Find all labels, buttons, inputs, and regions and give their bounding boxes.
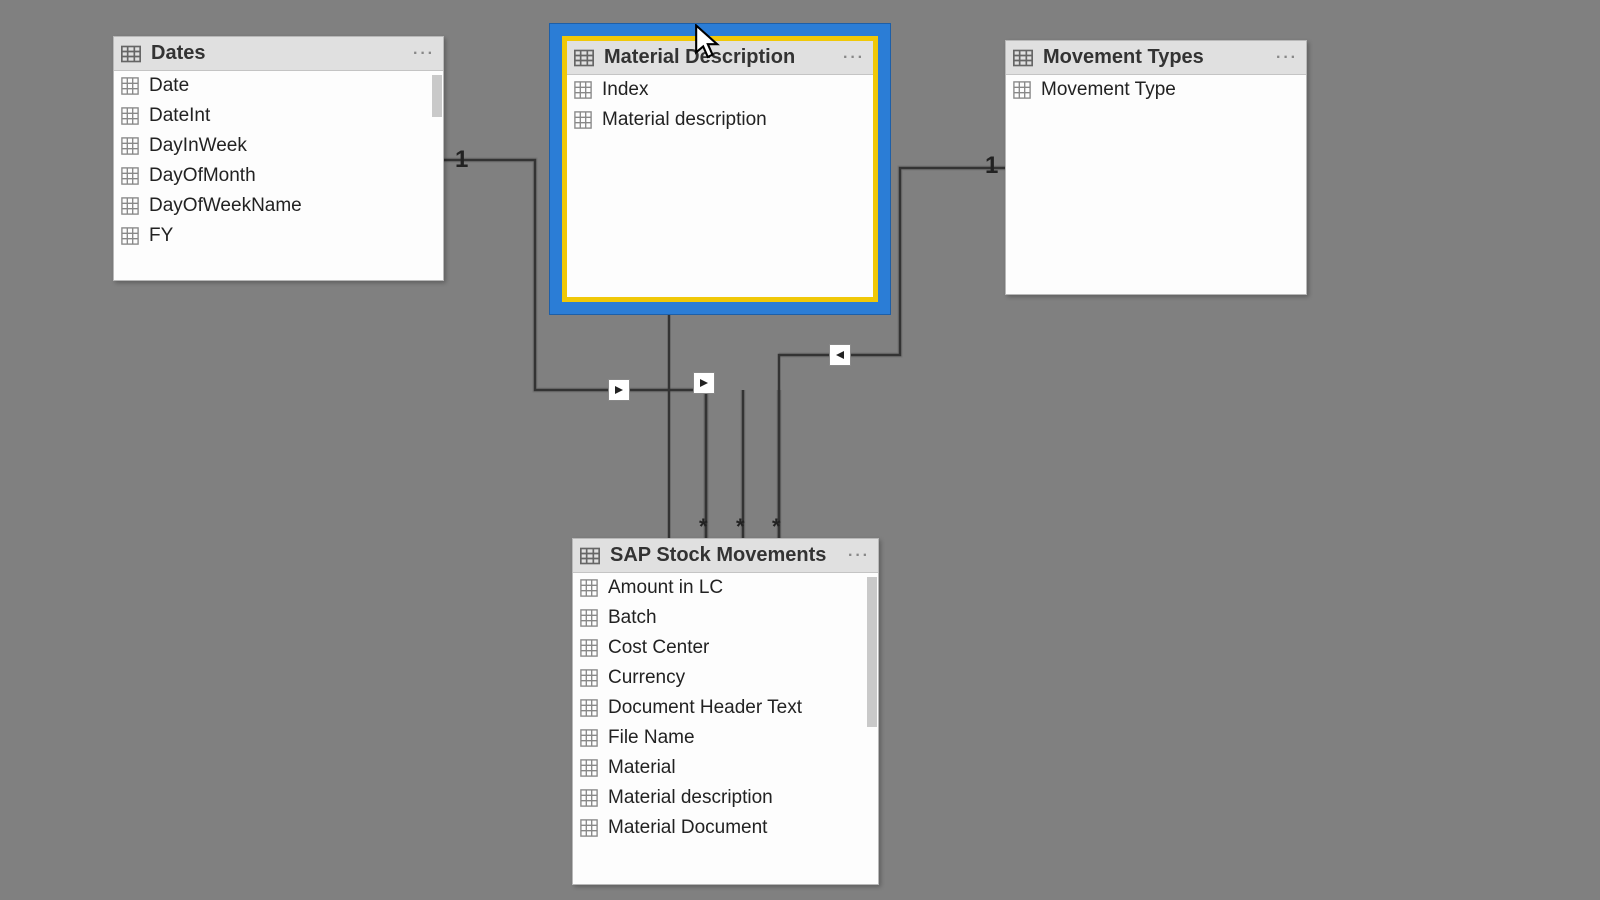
table-title: Movement Types [1043, 46, 1204, 69]
field-label: Movement Type [1041, 79, 1176, 101]
field-row[interactable]: Material description [567, 105, 873, 135]
more-icon[interactable]: ··· [413, 45, 435, 63]
column-icon [574, 111, 592, 129]
column-icon [580, 729, 598, 747]
table-header-dates[interactable]: Dates ··· [114, 37, 443, 71]
field-label: Currency [608, 667, 685, 689]
table-title: SAP Stock Movements [610, 544, 826, 567]
column-icon [121, 227, 139, 245]
field-label: Amount in LC [608, 577, 723, 599]
field-label: Cost Center [608, 637, 709, 659]
field-label: Batch [608, 607, 657, 629]
table-title: Material Description [604, 46, 795, 69]
field-label: DayInWeek [149, 135, 247, 157]
field-row[interactable]: Material Document [573, 813, 878, 843]
field-row[interactable]: Movement Type [1006, 75, 1306, 105]
filter-direction-icon [693, 372, 715, 394]
field-row[interactable]: Document Header Text [573, 693, 878, 723]
more-icon[interactable]: ··· [848, 547, 870, 565]
cardinality-one-dates: 1 [455, 146, 468, 174]
table-header-material-description[interactable]: Material Description ··· [567, 41, 873, 75]
table-icon [121, 45, 141, 63]
field-row[interactable]: FY [114, 221, 443, 251]
column-icon [580, 699, 598, 717]
field-label: DayOfWeekName [149, 195, 302, 217]
field-label: DateInt [149, 105, 210, 127]
column-icon [580, 759, 598, 777]
field-row[interactable]: Index [567, 75, 873, 105]
table-sap-stock-movements[interactable]: SAP Stock Movements ··· Amount in LC Bat… [572, 538, 879, 885]
field-label: Material Document [608, 817, 767, 839]
field-label: Document Header Text [608, 697, 802, 719]
field-row[interactable]: Batch [573, 603, 878, 633]
field-row[interactable]: DayOfWeekName [114, 191, 443, 221]
field-label: Index [602, 79, 648, 101]
field-label: Material description [608, 787, 773, 809]
table-icon [1013, 49, 1033, 67]
scrollbar-thumb[interactable] [867, 577, 877, 727]
filter-direction-icon [608, 379, 630, 401]
table-material-description-selected[interactable]: Material Description ··· Index Material … [549, 23, 891, 315]
table-body-sap: Amount in LC Batch Cost Center Currency … [573, 573, 878, 884]
column-icon [574, 81, 592, 99]
cardinality-one-movtypes: 1 [985, 152, 998, 180]
model-canvas[interactable]: Dates ··· Date DateInt DayInWeek DayOfMo… [0, 0, 1600, 900]
table-body-dates: Date DateInt DayInWeek DayOfMonth DayOfW… [114, 71, 443, 280]
cardinality-many-3: * [772, 514, 781, 540]
column-icon [580, 789, 598, 807]
field-row[interactable]: File Name [573, 723, 878, 753]
table-icon [580, 547, 600, 565]
column-icon [580, 609, 598, 627]
more-icon[interactable]: ··· [1276, 49, 1298, 67]
table-dates[interactable]: Dates ··· Date DateInt DayInWeek DayOfMo… [113, 36, 444, 281]
table-title: Dates [151, 42, 205, 65]
table-header-sap[interactable]: SAP Stock Movements ··· [573, 539, 878, 573]
column-icon [580, 639, 598, 657]
column-icon [121, 197, 139, 215]
field-label: File Name [608, 727, 695, 749]
field-row[interactable]: Material description [573, 783, 878, 813]
more-icon[interactable]: ··· [843, 49, 865, 67]
field-row[interactable]: DayInWeek [114, 131, 443, 161]
table-body-material-description: Index Material description [567, 75, 873, 297]
field-row[interactable]: Cost Center [573, 633, 878, 663]
field-label: DayOfMonth [149, 165, 256, 187]
table-icon [574, 49, 594, 67]
column-icon [121, 77, 139, 95]
column-icon [121, 107, 139, 125]
field-row[interactable]: Date [114, 71, 443, 101]
field-row[interactable]: Amount in LC [573, 573, 878, 603]
field-row[interactable]: DateInt [114, 101, 443, 131]
column-icon [580, 819, 598, 837]
cardinality-many-2: * [736, 514, 745, 540]
column-icon [580, 669, 598, 687]
field-row[interactable]: Currency [573, 663, 878, 693]
column-icon [121, 137, 139, 155]
table-movement-types[interactable]: Movement Types ··· Movement Type [1005, 40, 1307, 295]
field-label: FY [149, 225, 173, 247]
field-row[interactable]: Material [573, 753, 878, 783]
field-row[interactable]: DayOfMonth [114, 161, 443, 191]
column-icon [121, 167, 139, 185]
cardinality-many-1: * [699, 514, 708, 540]
table-header-movement-types[interactable]: Movement Types ··· [1006, 41, 1306, 75]
scrollbar-thumb[interactable] [432, 75, 442, 117]
field-label: Material [608, 757, 676, 779]
filter-direction-icon [829, 344, 851, 366]
column-icon [1013, 81, 1031, 99]
field-label: Date [149, 75, 189, 97]
field-label: Material description [602, 109, 767, 131]
column-icon [580, 579, 598, 597]
table-body-movement-types: Movement Type [1006, 75, 1306, 294]
